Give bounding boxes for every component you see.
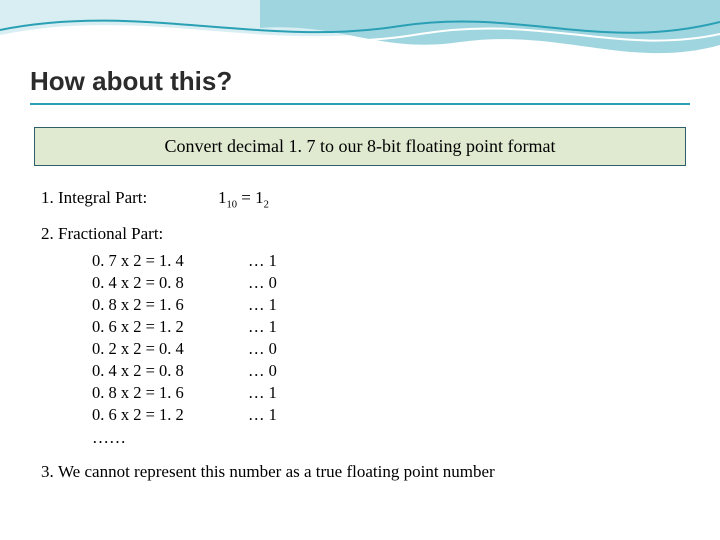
table-row: 0. 7 x 2 = 1. 4… 1 [92,250,308,272]
integral-label: Integral Part: [58,188,198,208]
table-row: 0. 8 x 2 = 1. 6… 1 [92,294,308,316]
table-row: 0. 6 x 2 = 1. 2 … 1 [92,404,308,426]
table-row: 0. 4 x 2 = 0. 8 … 0 [92,360,308,382]
table-row: 0. 4 x 2 = 0. 8… 0 [92,272,308,294]
table-row: 0. 8 x 2 = 1. 6 … 1 [92,382,308,404]
slide-title: How about this? [30,66,690,97]
step-integral: Integral Part: 110 = 12 [58,188,690,210]
ellipsis: …… [92,428,690,448]
step-conclusion: We cannot represent this number as a tru… [58,462,690,482]
steps-list: Integral Part: 110 = 12 Fractional Part:… [30,188,690,482]
fractional-label: Fractional Part: [58,224,163,243]
integral-equation: 110 = 12 [218,188,269,210]
callout-box: Convert decimal 1. 7 to our 8-bit floati… [34,127,686,166]
table-row: 0. 6 x 2 = 1. 2 … 1 [92,316,308,338]
table-row: 0. 2 x 2 = 0. 4 … 0 [92,338,308,360]
step-fractional: Fractional Part: 0. 7 x 2 = 1. 4… 1 0. 4… [58,224,690,448]
fractional-table: 0. 7 x 2 = 1. 4… 1 0. 4 x 2 = 0. 8… 0 0.… [92,250,308,426]
title-underline [30,103,690,105]
